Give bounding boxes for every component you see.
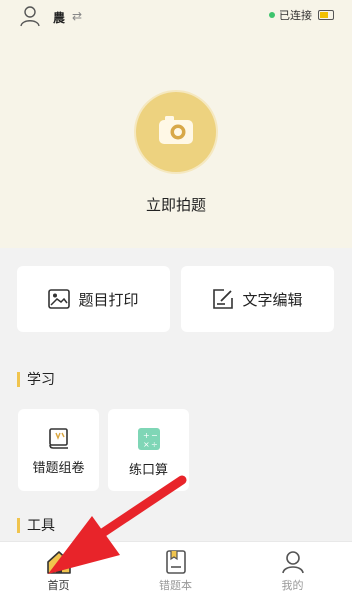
camera-icon xyxy=(157,114,195,150)
text-edit-button[interactable]: 文字编辑 xyxy=(181,266,334,332)
username: 農 xyxy=(53,11,66,25)
wrong-question-paper-button[interactable]: 错题组卷 xyxy=(18,409,99,491)
tab-home-label: 首页 xyxy=(47,579,70,592)
status-dot xyxy=(269,12,275,18)
calculator-icon: + − × ÷ xyxy=(137,427,161,451)
svg-text:−: − xyxy=(151,431,158,440)
image-print-icon xyxy=(48,289,71,309)
text-edit-label: 文字编辑 xyxy=(242,290,303,309)
section-bar xyxy=(17,517,20,533)
book-icon xyxy=(47,427,71,449)
tab-bar: 首页 错题本 我的 xyxy=(0,541,352,604)
battery-icon xyxy=(318,10,334,20)
tab-notebook[interactable]: 错题本 xyxy=(117,542,234,604)
section-bar xyxy=(17,371,20,387)
tab-profile-label: 我的 xyxy=(281,579,304,592)
connection-status: 已连接 xyxy=(269,7,334,23)
tab-home[interactable]: 首页 xyxy=(0,542,117,604)
switch-icon[interactable]: ⇄ xyxy=(72,9,82,23)
wrong-question-paper-label: 错题组卷 xyxy=(32,461,85,476)
header: 農 ⇄ 已连接 xyxy=(0,0,352,34)
user-icon[interactable] xyxy=(20,5,40,31)
question-print-button[interactable]: 题目打印 xyxy=(17,266,170,332)
svg-text:÷: ÷ xyxy=(151,440,158,449)
section-tools-title: 工具 xyxy=(27,518,55,534)
tab-notebook-label: 错题本 xyxy=(159,579,192,592)
svg-text:+: + xyxy=(143,431,150,440)
capture-label[interactable]: 立即拍题 xyxy=(0,194,352,215)
mental-math-label: 练口算 xyxy=(128,463,168,478)
profile-icon xyxy=(281,550,305,574)
notebook-icon xyxy=(165,550,187,574)
home-icon xyxy=(46,550,72,574)
status-text: 已连接 xyxy=(279,9,312,22)
section-study-title: 学习 xyxy=(27,372,55,388)
section-tools: 工具 xyxy=(17,515,55,535)
edit-text-icon xyxy=(212,288,234,310)
capture-button[interactable] xyxy=(136,92,216,172)
question-print-label: 题目打印 xyxy=(78,290,139,309)
section-study: 学习 xyxy=(17,369,55,389)
tab-profile[interactable]: 我的 xyxy=(234,542,351,604)
svg-text:×: × xyxy=(143,440,150,449)
mental-math-button[interactable]: + − × ÷ 练口算 xyxy=(108,409,189,491)
